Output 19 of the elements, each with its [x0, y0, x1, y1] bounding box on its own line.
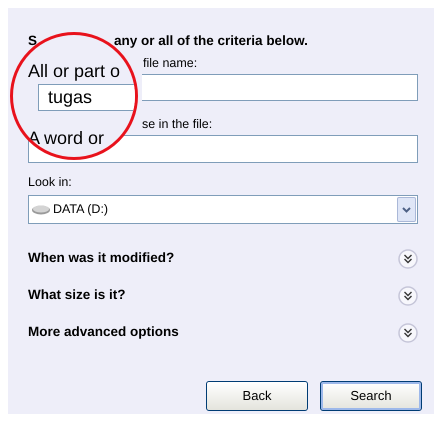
drive-icon: [31, 204, 51, 216]
expand-icon[interactable]: [398, 322, 418, 342]
expand-icon[interactable]: [398, 248, 418, 268]
heading-text: S: [28, 32, 38, 50]
expand-icon[interactable]: [398, 286, 418, 306]
section-heading[interactable]: What size is it?: [28, 285, 126, 306]
field-label: Look in:: [28, 175, 72, 189]
search-button[interactable]: Search: [320, 381, 422, 411]
field-label: se in the file:: [142, 117, 212, 131]
drive-value: DATA (D:): [53, 201, 110, 218]
section-heading[interactable]: When was it modified?: [28, 248, 174, 269]
file-name-field[interactable]: [142, 74, 418, 101]
field-label: file name:: [143, 56, 198, 70]
field-label: All or part o: [28, 61, 120, 81]
section-heading[interactable]: More advanced options: [28, 322, 179, 343]
heading-text: any or all of the criteria below.: [114, 32, 308, 50]
field-value: tugas: [48, 87, 92, 107]
drive-dropdown[interactable]: DATA (D:): [28, 195, 418, 224]
back-button[interactable]: Back: [206, 381, 308, 411]
